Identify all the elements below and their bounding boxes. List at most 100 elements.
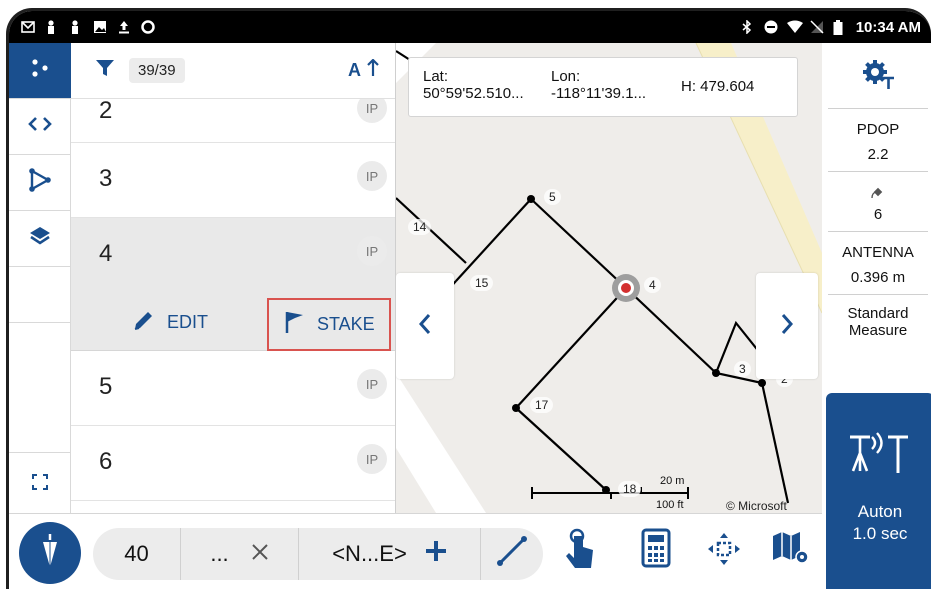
point-code-badge: IP (357, 236, 387, 266)
map-point-label: 4 (644, 277, 661, 293)
point-code-badge: IP (357, 161, 387, 191)
measure-button[interactable] (19, 522, 81, 584)
measure-mode-readout[interactable]: Standard Measure (828, 295, 928, 339)
point-code-badge: IP (357, 444, 387, 474)
code-view-button[interactable] (9, 99, 71, 155)
point-row[interactable]: 6 IP (71, 426, 395, 501)
battery-icon (833, 20, 847, 35)
image-notification-icon (93, 20, 107, 34)
auto-measure-label: Auton (857, 502, 903, 521)
bluetooth-icon (741, 19, 755, 35)
point-code-badge: IP (357, 369, 387, 399)
point-row[interactable]: 5 IP (71, 351, 395, 426)
record-notification-icon (141, 20, 155, 34)
point-row[interactable]: 3 IP (71, 143, 395, 218)
layers-view-button[interactable] (9, 211, 71, 267)
map-point-label: 17 (530, 397, 554, 413)
stake-label: STAKE (317, 314, 375, 334)
sort-label: A (348, 60, 361, 80)
scale-imperial-label: 100 ft (656, 499, 684, 511)
point-list-panel: 39/39 A 2 IP 3 IP 4 IP EDIT STAKE 5 IP 6… (71, 43, 396, 513)
instrument-settings-button[interactable] (828, 43, 928, 109)
point-name: 6 (99, 448, 113, 475)
rail-empty-slot (9, 267, 71, 323)
point-name: 3 (99, 165, 113, 192)
stake-flag-icon (283, 310, 305, 339)
satellite-readout: 6 (828, 172, 928, 232)
next-point-button[interactable] (756, 273, 818, 379)
point-name: 5 (99, 373, 113, 400)
code-field[interactable]: ... (181, 528, 299, 580)
direction-field[interactable]: <N...E> (299, 528, 481, 580)
antenna-signal-icon (850, 431, 910, 480)
stake-point-button[interactable]: STAKE (267, 298, 391, 351)
antenna-readout[interactable]: ANTENNA 0.396 m (828, 232, 928, 295)
polyline-icon (27, 167, 53, 198)
gmail-notification-icon (21, 20, 35, 34)
point-row-selected[interactable]: 4 IP (71, 218, 395, 293)
upload-notification-icon (117, 20, 131, 34)
map-point-label: 15 (470, 275, 494, 291)
latitude-readout: Lat: 50°59'52.510... (423, 68, 524, 102)
point-name: 4 (99, 240, 113, 267)
wifi-icon (786, 20, 803, 34)
map-settings-icon[interactable] (771, 530, 811, 571)
gnss-status-panel: PDOP 2.2 6 ANTENNA 0.396 m Standard Meas… (822, 43, 931, 589)
clear-code-icon[interactable] (251, 541, 269, 567)
clock: 10:34 AM (855, 18, 921, 36)
map-point-label: 5 (544, 189, 561, 205)
line-tool-button[interactable] (481, 528, 543, 580)
code-brackets-icon (27, 114, 53, 139)
line-segment-icon (495, 534, 529, 574)
coordinate-readout: Lat: 50°59'52.510... Lon: -118°11'39.1..… (408, 57, 798, 117)
rail-spacer (9, 323, 71, 453)
gear-antenna-icon (861, 59, 895, 93)
point-row[interactable]: 2 IP (71, 93, 395, 143)
linework-view-button[interactable] (9, 155, 71, 211)
stake-target-center (621, 283, 631, 293)
fullscreen-icon (32, 473, 48, 495)
direction-value: <N...E> (332, 541, 407, 566)
auto-measure-button[interactable]: Auton 1.0 sec (826, 393, 931, 589)
points-view-button[interactable] (9, 43, 71, 99)
filter-count-badge: 39/39 (129, 58, 185, 83)
add-icon[interactable] (425, 540, 447, 568)
scale-metric-label: 20 m (660, 475, 685, 487)
sort-button[interactable]: A (348, 58, 379, 82)
chevron-right-icon (780, 313, 794, 340)
device-screen: 10:34 AM 39/39 A 2 IP 3 IP 4 IP EDIT STA… (6, 8, 931, 589)
previous-point-button[interactable] (396, 273, 454, 379)
filter-icon[interactable] (95, 58, 115, 83)
map-attribution: © Microsoft (726, 499, 787, 513)
zoom-extents-icon[interactable] (707, 532, 741, 571)
layers-icon (28, 225, 52, 252)
auto-measure-interval: 1.0 sec (852, 524, 908, 543)
sort-ascending-arrow-icon (367, 58, 379, 82)
points-icon (29, 57, 51, 84)
person-notification-icon (45, 20, 59, 34)
map-scale-bar: 20 m 100 ft (526, 475, 686, 511)
point-name: 2 (99, 97, 113, 124)
fullscreen-button[interactable] (9, 453, 71, 515)
longitude-readout: Lon: -118°11'39.1... (551, 68, 647, 102)
pdop-readout: PDOP 2.2 (828, 109, 928, 172)
edit-point-button[interactable]: EDIT (133, 309, 208, 336)
satellite-icon (828, 172, 928, 204)
tap-point-icon[interactable] (563, 528, 597, 577)
status-bar: 10:34 AM (9, 11, 931, 43)
bottom-toolbar: 40 ... <N...E> (9, 513, 822, 589)
point-list-header: 39/39 A (71, 43, 395, 99)
calculator-icon[interactable] (641, 528, 671, 573)
pencil-icon (133, 309, 155, 336)
code-value: ... (210, 541, 229, 566)
map-view[interactable]: Lat: 50°59'52.510... Lon: -118°11'39.1..… (396, 43, 822, 513)
chevron-left-icon (418, 313, 432, 340)
point-actions-bar: EDIT STAKE (71, 293, 395, 351)
point-number-field[interactable]: 40 (93, 528, 181, 580)
height-readout: H: 479.604 (681, 78, 755, 95)
map-point-label: 3 (734, 361, 751, 377)
map-point-label: 14 (408, 219, 432, 235)
person-notification-icon-2 (69, 20, 83, 34)
left-navigation-rail (9, 43, 71, 513)
do-not-disturb-icon (764, 20, 778, 34)
